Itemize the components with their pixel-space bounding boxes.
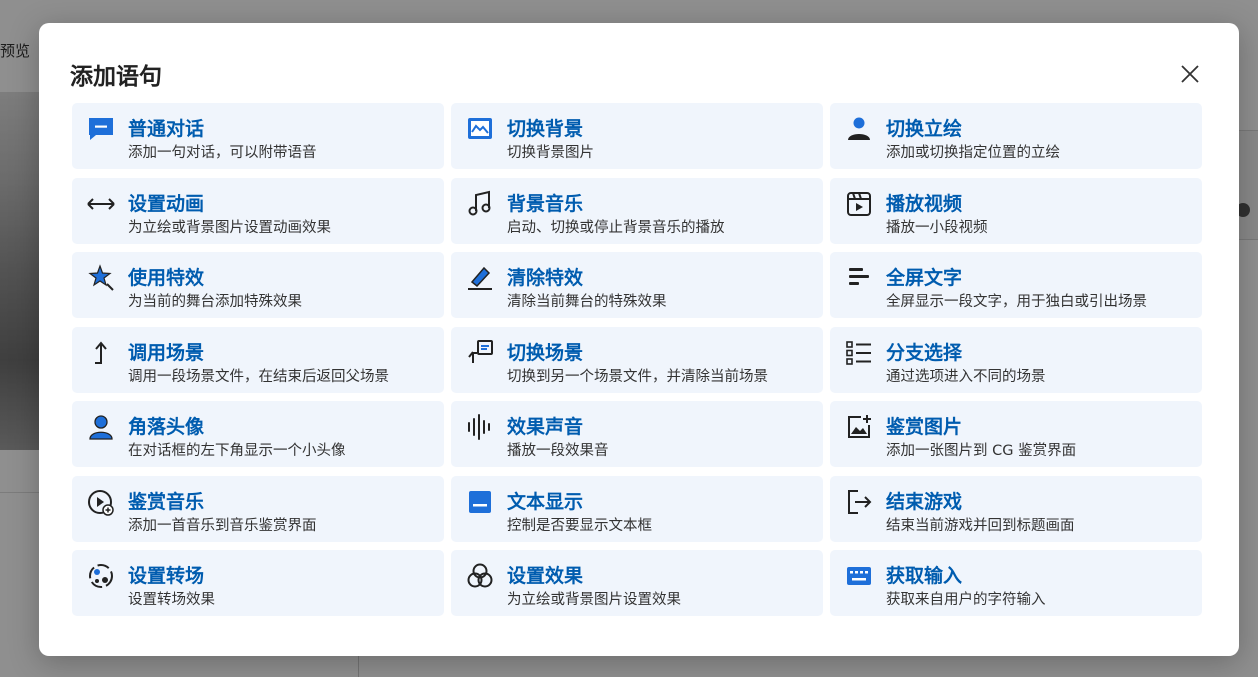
statement-item-call-scene[interactable]: 调用场景 调用一段场景文件，在结束后返回父场景 xyxy=(72,326,444,393)
statement-desc: 设置转场效果 xyxy=(128,592,215,608)
statement-label: 分支选择 xyxy=(886,341,963,364)
statement-item-fullscreen-text[interactable]: 全屏文字 全屏显示一段文字，用于独白或引出场景 xyxy=(830,252,1202,318)
keyboard-icon xyxy=(844,561,874,591)
statement-item-clear-effect[interactable]: 清除特效 清除当前舞台的特殊效果 xyxy=(451,252,823,318)
statement-desc: 播放一小段视频 xyxy=(886,219,988,236)
statement-item-animation[interactable]: 设置动画 为立绘或背景图片设置动画效果 xyxy=(72,177,444,244)
statement-desc: 添加一首音乐到音乐鉴赏界面 xyxy=(128,517,317,534)
statement-item-mini-avatar[interactable]: 角落头像 在对话框的左下角显示一个小头像 xyxy=(72,401,444,467)
arrows-horizontal-icon xyxy=(86,189,116,219)
statement-item-unlock-cg[interactable]: 鉴赏图片 添加一张图片到 CG 鉴赏界面 xyxy=(830,401,1202,467)
statement-label: 背景音乐 xyxy=(507,192,584,215)
statement-desc: 切换背景图片 xyxy=(507,145,594,161)
statement-desc: 为立绘或背景图片设置动画效果 xyxy=(128,219,331,236)
statement-item-bgm[interactable]: 背景音乐 启动、切换或停止背景音乐的播放 xyxy=(451,177,823,244)
statement-label: 设置动画 xyxy=(128,192,205,215)
person-icon xyxy=(844,114,874,144)
list-icon xyxy=(844,338,874,368)
statement-label: 调用场景 xyxy=(128,341,205,364)
avatar-icon xyxy=(86,412,116,442)
chat-icon xyxy=(86,114,116,144)
statement-item-sound-effect[interactable]: 效果声音 播放一段效果音 xyxy=(451,401,823,467)
statement-desc: 启动、切换或停止背景音乐的播放 xyxy=(507,219,725,236)
statement-item-set-textbox[interactable]: 文本显示 控制是否要显示文本框 xyxy=(451,475,823,542)
statement-label: 切换立绘 xyxy=(886,118,963,140)
statement-desc: 添加一句对话，可以附带语音 xyxy=(128,145,317,161)
music-add-icon xyxy=(86,487,116,517)
statement-label: 普通对话 xyxy=(128,118,205,140)
statement-label: 使用特效 xyxy=(128,267,205,289)
statement-label: 设置效果 xyxy=(507,565,584,587)
statement-label: 鉴赏音乐 xyxy=(128,490,205,513)
statement-label: 效果声音 xyxy=(507,416,584,438)
statement-desc: 播放一段效果音 xyxy=(507,443,609,459)
statement-desc: 添加或切换指定位置的立绘 xyxy=(886,145,1060,161)
statement-desc: 为立绘或背景图片设置效果 xyxy=(507,592,681,608)
statement-item-choose[interactable]: 分支选择 通过选项进入不同的场景 xyxy=(830,326,1202,393)
statement-desc: 通过选项进入不同的场景 xyxy=(886,368,1046,385)
statement-label: 切换背景 xyxy=(507,118,584,140)
statement-desc: 在对话框的左下角显示一个小头像 xyxy=(128,443,346,459)
close-button[interactable] xyxy=(1177,61,1203,87)
statement-label: 鉴赏图片 xyxy=(886,416,963,438)
statement-item-change-scene[interactable]: 切换场景 切换到另一个场景文件，并清除当前场景 xyxy=(451,326,823,393)
statement-label: 角落头像 xyxy=(128,416,205,438)
text-align-icon xyxy=(844,263,874,293)
statement-item-unlock-bgm[interactable]: 鉴赏音乐 添加一首音乐到音乐鉴赏界面 xyxy=(72,475,444,542)
music-note-icon xyxy=(465,189,495,219)
statement-desc: 为当前的舞台添加特殊效果 xyxy=(128,294,302,310)
statement-label: 设置转场 xyxy=(128,565,205,587)
dialog-title: 添加语句 xyxy=(70,64,162,90)
statement-label: 获取输入 xyxy=(886,565,963,587)
statement-label: 全屏文字 xyxy=(886,267,963,289)
statement-grid: 普通对话 添加一句对话，可以附带语音 切换背景 切换背景图片 切换立绘 添加或切… xyxy=(72,103,1204,616)
statement-label: 清除特效 xyxy=(507,267,584,289)
video-icon xyxy=(844,189,874,219)
statement-desc: 全屏显示一段文字，用于独白或引出场景 xyxy=(886,294,1147,310)
textbox-icon xyxy=(465,487,495,517)
statement-desc: 切换到另一个场景文件，并清除当前场景 xyxy=(507,368,768,385)
sound-wave-icon xyxy=(465,412,495,442)
statement-desc: 添加一张图片到 CG 鉴赏界面 xyxy=(886,443,1077,459)
statement-label: 文本显示 xyxy=(507,490,584,513)
statement-label: 播放视频 xyxy=(886,192,963,215)
statement-item-effect[interactable]: 使用特效 为当前的舞台添加特殊效果 xyxy=(72,252,444,318)
image-add-icon xyxy=(844,412,874,442)
statement-item-dialogue[interactable]: 普通对话 添加一句对话，可以附带语音 xyxy=(72,103,444,169)
statement-desc: 控制是否要显示文本框 xyxy=(507,517,652,534)
add-statement-dialog: 添加语句 普通对话 添加一句对话，可以附带语音 切换背景 切换背景图片 切换立绘 xyxy=(39,23,1239,656)
scene-switch-icon xyxy=(465,338,495,368)
transition-icon xyxy=(86,561,116,591)
statement-desc: 调用一段场景文件，在结束后返回父场景 xyxy=(128,368,389,385)
statement-item-set-filter[interactable]: 设置效果 为立绘或背景图片设置效果 xyxy=(451,550,823,616)
statement-desc: 清除当前舞台的特殊效果 xyxy=(507,294,667,310)
color-circles-icon xyxy=(465,561,495,591)
statement-desc: 获取来自用户的字符输入 xyxy=(886,592,1046,608)
statement-item-video[interactable]: 播放视频 播放一小段视频 xyxy=(830,177,1202,244)
image-icon xyxy=(465,114,495,144)
statement-item-change-bg[interactable]: 切换背景 切换背景图片 xyxy=(451,103,823,169)
statement-item-get-input[interactable]: 获取输入 获取来自用户的字符输入 xyxy=(830,550,1202,616)
arrow-turn-up-icon xyxy=(86,338,116,368)
statement-label: 结束游戏 xyxy=(886,490,963,513)
statement-item-change-figure[interactable]: 切换立绘 添加或切换指定位置的立绘 xyxy=(830,103,1202,169)
exit-icon xyxy=(844,487,874,517)
statement-item-transition[interactable]: 设置转场 设置转场效果 xyxy=(72,550,444,616)
statement-item-end[interactable]: 结束游戏 结束当前游戏并回到标题画面 xyxy=(830,475,1202,542)
statement-desc: 结束当前游戏并回到标题画面 xyxy=(886,517,1075,534)
statement-label: 切换场景 xyxy=(507,341,584,364)
eraser-icon xyxy=(465,263,495,293)
close-icon xyxy=(1181,65,1199,83)
magic-star-icon xyxy=(86,263,116,293)
